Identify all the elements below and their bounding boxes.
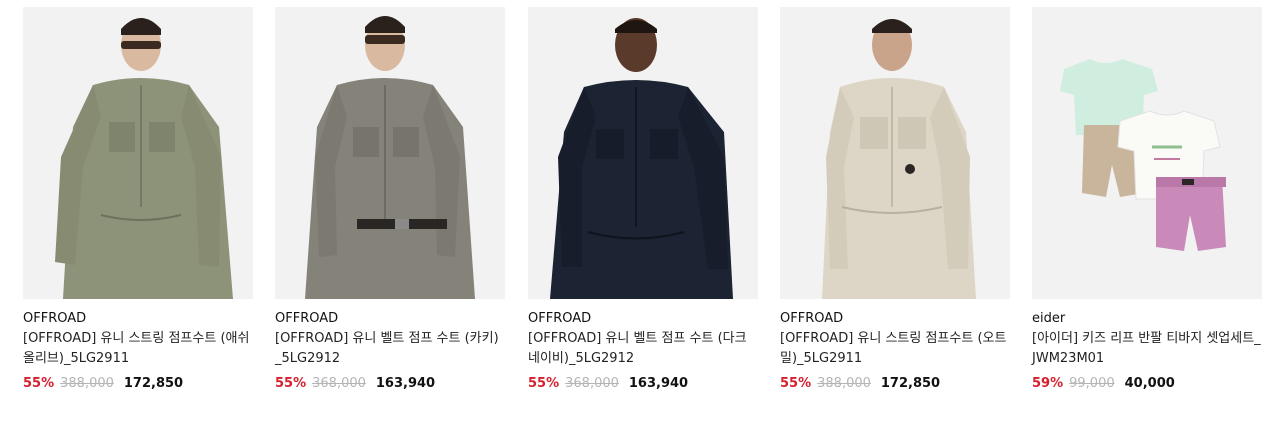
product-name[interactable]: [OFFROAD] 유니 스트링 점프수트 (애쉬올리브)_5LG2911	[23, 329, 253, 369]
product-brand: OFFROAD	[23, 311, 87, 326]
product-image[interactable]	[275, 7, 505, 299]
product-brand: OFFROAD	[275, 311, 339, 326]
original-price: 388,000	[817, 376, 871, 391]
product-card[interactable]: OFFROAD [OFFROAD] 유니 스트링 점프수트 (오트밀)_5LG2…	[780, 7, 1010, 391]
price-row: 55% 368,000 163,940	[528, 376, 758, 391]
discount-rate: 59%	[1032, 376, 1064, 391]
price-row: 55% 388,000 172,850	[23, 376, 253, 391]
sale-price: 172,850	[880, 376, 941, 391]
discount-rate: 55%	[23, 376, 55, 391]
product-card[interactable]: OFFROAD [OFFROAD] 유니 벨트 점프 수트 (카키)_5LG29…	[275, 7, 505, 391]
price-row: 55% 368,000 163,940	[275, 376, 505, 391]
product-card[interactable]: eider [아이더] 키즈 리프 반팔 티바지 셋업세트_JWM23M01 5…	[1032, 7, 1262, 391]
product-name[interactable]: [OFFROAD] 유니 벨트 점프 수트 (다크네이비)_5LG2912	[528, 329, 758, 369]
sale-price: 163,940	[628, 376, 689, 391]
product-image[interactable]	[1032, 7, 1262, 299]
product-image[interactable]	[23, 7, 253, 299]
original-price: 99,000	[1069, 376, 1115, 391]
product-card[interactable]: OFFROAD [OFFROAD] 유니 벨트 점프 수트 (다크네이비)_5L…	[528, 7, 758, 391]
discount-rate: 55%	[528, 376, 560, 391]
product-grid: OFFROAD [OFFROAD] 유니 스트링 점프수트 (애쉬올리브)_5L…	[0, 0, 1282, 423]
sale-price: 163,940	[375, 376, 436, 391]
sale-price: 172,850	[123, 376, 184, 391]
sale-price: 40,000	[1124, 376, 1175, 391]
price-row: 55% 388,000 172,850	[780, 376, 1010, 391]
original-price: 368,000	[565, 376, 619, 391]
original-price: 388,000	[60, 376, 114, 391]
product-card[interactable]: OFFROAD [OFFROAD] 유니 스트링 점프수트 (애쉬올리브)_5L…	[23, 7, 253, 391]
product-brand: OFFROAD	[780, 311, 844, 326]
product-brand: OFFROAD	[528, 311, 592, 326]
discount-rate: 55%	[780, 376, 812, 391]
product-name[interactable]: [아이더] 키즈 리프 반팔 티바지 셋업세트_JWM23M01	[1032, 329, 1262, 369]
product-image[interactable]	[780, 7, 1010, 299]
product-name[interactable]: [OFFROAD] 유니 벨트 점프 수트 (카키)_5LG2912	[275, 329, 505, 369]
original-price: 368,000	[312, 376, 366, 391]
product-brand: eider	[1032, 311, 1066, 326]
product-name[interactable]: [OFFROAD] 유니 스트링 점프수트 (오트밀)_5LG2911	[780, 329, 1010, 369]
price-row: 59% 99,000 40,000	[1032, 376, 1262, 391]
product-image[interactable]	[528, 7, 758, 299]
discount-rate: 55%	[275, 376, 307, 391]
